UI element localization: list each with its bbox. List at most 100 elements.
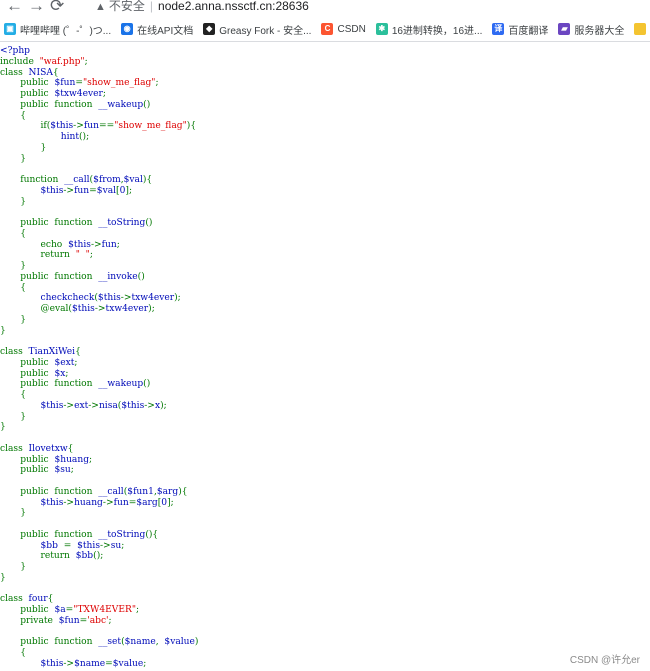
code-token: );	[160, 400, 167, 411]
code-line: class Ilovetxw{	[0, 444, 198, 455]
code-line: checkcheck($this->txw4ever);	[0, 293, 198, 304]
forward-arrow-icon[interactable]: →	[28, 0, 45, 14]
code-line: public $x;	[0, 369, 198, 380]
code-token: $this	[40, 658, 64, 669]
back-arrow-icon[interactable]: ←	[6, 0, 23, 14]
bookmark-item[interactable]: ▣ 哔哩哔哩 (゜-゜)つ...	[4, 22, 111, 37]
code-token: ->	[144, 400, 155, 411]
code-token: ->	[120, 293, 132, 304]
code-line: }	[0, 154, 198, 165]
code-token: __invoke	[98, 271, 138, 282]
code-token: $this	[97, 293, 121, 304]
greasyfork-icon: ◆	[203, 23, 216, 35]
code-line: echo $this->fun;	[0, 240, 198, 251]
code-line: }	[0, 261, 198, 272]
code-token: @eval(	[0, 304, 72, 314]
code-line: class NISA{	[0, 68, 198, 79]
code-token: ==	[98, 121, 115, 132]
browser-toolbar: ← → ⟳ ▲ 不安全 | node2.anna.nssctf.cn:28636	[0, 0, 650, 17]
code-token: }	[0, 196, 27, 207]
code-token: huang	[74, 497, 103, 508]
bookmark-label: 在线API文档	[137, 25, 194, 37]
bookmark-label: CSDN	[337, 23, 366, 35]
code-token: if(	[0, 121, 51, 132]
code-token: ;	[143, 658, 147, 669]
code-token: public	[0, 89, 55, 99]
reload-icon[interactable]: ⟳	[50, 0, 64, 14]
code-token: __wakeup	[98, 379, 144, 390]
code-token: <?php	[0, 46, 30, 56]
code-token: ];	[167, 497, 174, 508]
code-token: public	[0, 78, 55, 89]
code-token: ){	[142, 175, 153, 185]
csdn-watermark: CSDN @许允er	[569, 655, 640, 666]
code-token: }	[0, 562, 27, 572]
code-line: public $huang;	[0, 455, 198, 466]
bookmark-item[interactable]: 译百度翻译	[492, 22, 548, 37]
gear-icon: ✱	[375, 23, 388, 35]
code-token: hint	[60, 132, 79, 142]
code-line: return $bb();	[0, 551, 198, 562]
code-token: ->	[63, 185, 75, 196]
code-token: }	[0, 314, 27, 325]
code-line: }	[0, 412, 198, 423]
code-token: ->	[63, 400, 75, 411]
code-token: =	[63, 540, 78, 551]
code-token: {	[0, 282, 27, 293]
code-line: }	[0, 197, 198, 208]
csdn-icon: C	[321, 23, 334, 35]
code-token: ){	[186, 121, 197, 132]
warning-icon[interactable]: ▲	[95, 1, 106, 13]
code-token: ;	[65, 368, 69, 379]
code-token: ;	[108, 615, 112, 626]
code-token: class	[0, 67, 29, 78]
code-line: }	[0, 143, 198, 154]
bookmark-item[interactable]: ✱ 16进制转换，16进...	[375, 22, 482, 37]
code-token: ;	[155, 78, 159, 89]
code-token: ;	[102, 89, 106, 99]
code-token: }	[0, 411, 27, 422]
code-line: }	[0, 573, 198, 584]
code-token: }	[0, 325, 6, 336]
code-line: }	[0, 326, 198, 337]
code-token: ()	[143, 99, 151, 110]
code-token: $val	[96, 185, 117, 196]
code-token: (){	[145, 529, 159, 540]
code-token: public	[0, 357, 55, 368]
code-line: $this->fun=$val[0];	[0, 186, 198, 197]
insecure-label: 不安全	[108, 0, 145, 13]
code-token: {	[0, 648, 27, 658]
code-token: echo	[0, 239, 69, 250]
code-token: }	[0, 142, 47, 153]
code-token: function	[0, 175, 65, 185]
code-token: }	[0, 572, 6, 583]
code-token: ();	[79, 132, 90, 142]
code-token: $this	[40, 185, 64, 196]
code-token: $bb	[40, 540, 64, 551]
bookmark-item[interactable]: ◆ Greasy Fork - 安全...	[203, 22, 311, 37]
code-line: {	[0, 111, 198, 122]
bookmark-label: 哔哩哔哩 (゜-゜)つ...	[20, 25, 112, 37]
bookmark-item[interactable]: ◉ 在线API文档	[121, 22, 193, 37]
code-token: fun	[101, 239, 117, 250]
globe-icon: ◉	[121, 23, 134, 35]
code-line: return " ";	[0, 250, 198, 261]
code-token: ext	[74, 400, 89, 411]
code-token: public	[0, 605, 55, 615]
code-token: ;	[70, 465, 74, 476]
code-token: ->	[63, 497, 75, 508]
bookmark-item[interactable]: C CSDN	[321, 23, 366, 35]
address-bar[interactable]: ▲ 不安全 | node2.anna.nssctf.cn:28636	[95, 0, 309, 14]
bookmark-item[interactable]: ▰ 服务器大全	[558, 22, 624, 37]
code-token: ->	[73, 121, 84, 132]
url-text[interactable]: node2.anna.nssctf.cn:28636	[158, 0, 309, 13]
bookmark-item[interactable]: ctf	[634, 23, 650, 35]
code-token: }	[0, 261, 27, 271]
